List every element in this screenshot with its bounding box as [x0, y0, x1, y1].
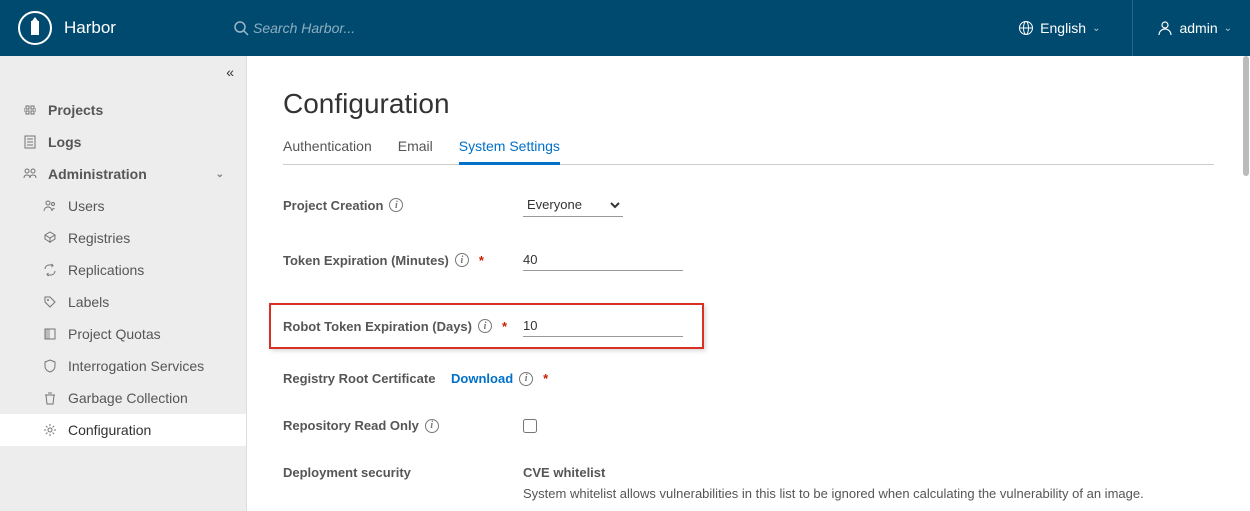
language-label: English [1040, 20, 1086, 36]
administration-icon [22, 167, 38, 181]
sidebar-label: Logs [48, 134, 81, 150]
topbar-right: English ⌄ admin ⌄ [1000, 0, 1250, 56]
label-read-only: Repository Read Only [283, 418, 419, 433]
label-project-creation: Project Creation [283, 198, 383, 213]
trash-icon [42, 391, 58, 405]
info-icon[interactable]: i [478, 319, 492, 333]
tab-system-settings[interactable]: System Settings [459, 138, 560, 165]
row-deployment-security: Deployment security CVE whitelist System… [283, 465, 1214, 501]
user-icon [1157, 20, 1173, 36]
sidebar-item-interrogation[interactable]: Interrogation Services [0, 350, 246, 382]
sidebar-item-projects[interactable]: Projects [0, 94, 246, 126]
harbor-logo-icon [18, 11, 52, 45]
select-project-creation[interactable]: Everyone [523, 193, 623, 217]
info-icon[interactable]: i [519, 372, 533, 386]
checkbox-read-only[interactable] [523, 419, 537, 433]
global-search[interactable] [208, 20, 1000, 36]
sidebar-label: Project Quotas [68, 326, 161, 342]
sidebar-item-garbage[interactable]: Garbage Collection [0, 382, 246, 414]
topbar: Harbor English ⌄ admin ⌄ [0, 0, 1250, 56]
language-selector[interactable]: English ⌄ [1018, 20, 1100, 36]
sidebar-label: Configuration [68, 422, 151, 438]
chevron-down-icon: ⌄ [1224, 23, 1232, 34]
sidebar-item-configuration[interactable]: Configuration [0, 414, 246, 446]
sidebar-label: Replications [68, 262, 144, 278]
chevron-down-icon: ⌄ [1092, 23, 1100, 34]
sidebar-label: Garbage Collection [68, 390, 188, 406]
sidebar-label: Interrogation Services [68, 358, 204, 374]
page-title: Configuration [283, 88, 1214, 120]
brand-block: Harbor [18, 11, 208, 45]
label-root-certificate: Registry Root Certificate [283, 371, 435, 386]
sidebar-item-labels[interactable]: Labels [0, 286, 246, 318]
gear-icon [42, 423, 58, 437]
replications-icon [42, 263, 58, 277]
row-robot-token: Robot Token Expiration (Days) i * [283, 315, 690, 337]
sidebar-item-project-quotas[interactable]: Project Quotas [0, 318, 246, 350]
main-content: Configuration Authentication Email Syste… [246, 56, 1250, 511]
label-deployment-security: Deployment security [283, 465, 411, 480]
info-icon[interactable]: i [425, 419, 439, 433]
sidebar-item-registries[interactable]: Registries [0, 222, 246, 254]
search-icon [233, 20, 249, 36]
row-token-expiration: Token Expiration (Minutes) i * [283, 249, 1214, 271]
sidebar-item-logs[interactable]: Logs [0, 126, 246, 158]
users-icon [42, 199, 58, 213]
required-asterisk: * [479, 253, 484, 268]
label-token-expiration: Token Expiration (Minutes) [283, 253, 449, 268]
sidebar-item-administration[interactable]: Administration ⌄ [0, 158, 246, 190]
cve-whitelist-heading: CVE whitelist [523, 465, 1144, 480]
search-input[interactable] [253, 20, 503, 36]
user-label: admin [1179, 20, 1217, 36]
brand-name: Harbor [64, 18, 116, 38]
chevron-down-icon: ⌄ [216, 169, 224, 180]
required-asterisk: * [502, 319, 507, 334]
sidebar-label: Labels [68, 294, 109, 310]
input-robot-token[interactable] [523, 315, 683, 337]
registries-icon [42, 231, 58, 245]
info-icon[interactable]: i [455, 253, 469, 267]
row-root-certificate: Registry Root Certificate Download i * [283, 371, 1214, 386]
sidebar-label: Registries [68, 230, 130, 246]
label-robot-token: Robot Token Expiration (Days) [283, 319, 472, 334]
projects-icon [22, 103, 38, 117]
cve-whitelist-help: System whitelist allows vulnerabilities … [523, 486, 1144, 501]
sidebar: « Projects Logs Administration [0, 56, 246, 511]
tab-email[interactable]: Email [398, 138, 433, 164]
quotas-icon [42, 327, 58, 341]
collapse-sidebar-button[interactable]: « [226, 64, 234, 80]
shield-icon [42, 359, 58, 373]
tabs: Authentication Email System Settings [283, 138, 1214, 165]
tab-authentication[interactable]: Authentication [283, 138, 372, 164]
sidebar-label: Administration [48, 166, 147, 182]
user-menu[interactable]: admin ⌄ [1132, 0, 1232, 56]
logs-icon [22, 135, 38, 149]
globe-icon [1018, 20, 1034, 36]
sidebar-item-replications[interactable]: Replications [0, 254, 246, 286]
labels-icon [42, 295, 58, 309]
sidebar-item-users[interactable]: Users [0, 190, 246, 222]
input-token-expiration[interactable] [523, 249, 683, 271]
scrollbar[interactable] [1243, 56, 1249, 176]
sidebar-label: Projects [48, 102, 103, 118]
robot-token-highlight: Robot Token Expiration (Days) i * [269, 303, 704, 349]
row-read-only: Repository Read Only i [283, 418, 1214, 433]
row-project-creation: Project Creation i Everyone [283, 193, 1214, 217]
download-link[interactable]: Download [451, 371, 513, 386]
required-asterisk: * [543, 371, 548, 386]
sidebar-label: Users [68, 198, 105, 214]
info-icon[interactable]: i [389, 198, 403, 212]
